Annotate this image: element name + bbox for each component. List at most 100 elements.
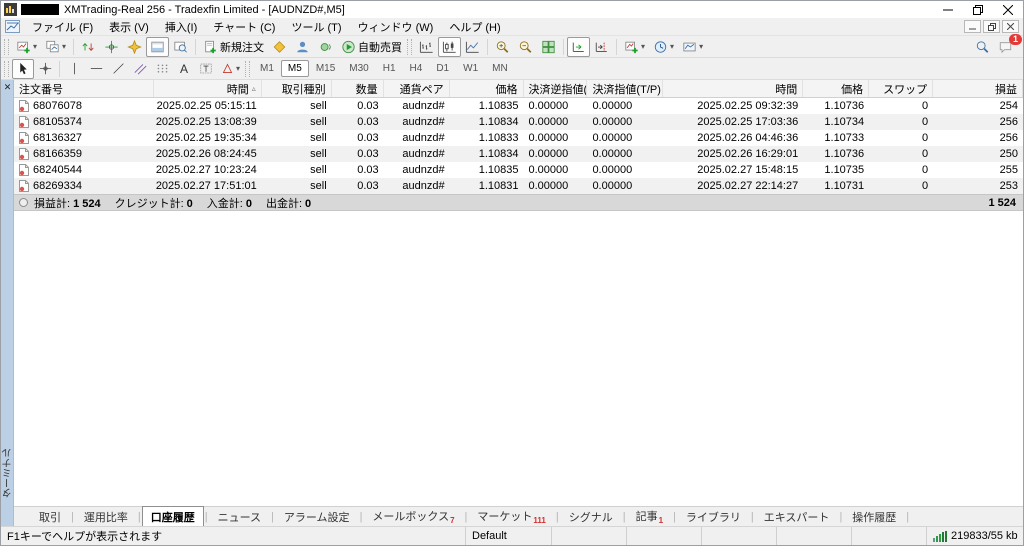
timeframe-w1[interactable]: W1 bbox=[456, 60, 485, 77]
crosshair-button[interactable] bbox=[34, 59, 56, 79]
table-row[interactable]: 680760782025.02.25 05:15:11sell0.03audnz… bbox=[14, 98, 1023, 114]
child-restore-button[interactable] bbox=[983, 20, 1000, 33]
indicators-button[interactable]: ▾ bbox=[620, 37, 649, 57]
menu-insert[interactable]: 挿入(I) bbox=[157, 17, 205, 37]
horizontal-line-button[interactable] bbox=[85, 59, 107, 79]
channel-button[interactable] bbox=[129, 59, 151, 79]
data-window-button[interactable] bbox=[100, 37, 123, 57]
close-button[interactable] bbox=[993, 1, 1023, 18]
candlestick-chart-button[interactable] bbox=[438, 37, 461, 57]
tile-windows-button[interactable] bbox=[537, 37, 560, 57]
menu-file[interactable]: ファイル (F) bbox=[24, 17, 101, 37]
new-chart-button[interactable]: ▾ bbox=[12, 37, 41, 57]
timeframe-d1[interactable]: D1 bbox=[429, 60, 456, 77]
notifications-button[interactable]: 1 bbox=[994, 37, 1017, 57]
strategy-tester-button[interactable] bbox=[169, 37, 192, 57]
column-header-volume[interactable]: 数量 bbox=[332, 80, 384, 97]
arrows-button[interactable]: ▾ bbox=[217, 59, 244, 79]
zoom-out-button[interactable] bbox=[514, 37, 537, 57]
toolbar-drag-handle[interactable] bbox=[4, 61, 9, 77]
news-button[interactable] bbox=[314, 37, 337, 57]
auto-trading-button[interactable]: 自動売買 bbox=[337, 37, 406, 57]
menu-help[interactable]: ヘルプ (H) bbox=[441, 17, 508, 37]
timeframe-m30[interactable]: M30 bbox=[342, 60, 375, 77]
templates-button[interactable]: ▾ bbox=[678, 37, 707, 57]
table-row[interactable]: 681053742025.02.25 13:08:39sell0.03audnz… bbox=[14, 114, 1023, 130]
metaeditor-button[interactable] bbox=[268, 37, 291, 57]
column-header-close-price[interactable]: 価格 bbox=[803, 80, 869, 97]
terminal-close-button[interactable]: ✕ bbox=[2, 82, 13, 93]
tab-library[interactable]: ライブラリ bbox=[677, 506, 750, 528]
vertical-line-button[interactable] bbox=[63, 59, 85, 79]
timeframe-m1[interactable]: M1 bbox=[253, 60, 281, 77]
zoom-in-button[interactable] bbox=[491, 37, 514, 57]
table-row[interactable]: 681663592025.02.26 08:24:45sell0.03audnz… bbox=[14, 146, 1023, 162]
column-header-sl[interactable]: 決済逆指値(S... bbox=[524, 80, 588, 97]
menu-chart[interactable]: チャート (C) bbox=[205, 17, 283, 37]
column-header-order[interactable]: 注文番号 bbox=[14, 80, 154, 97]
periods-button[interactable]: ▾ bbox=[649, 37, 678, 57]
column-header-swap[interactable]: スワップ bbox=[869, 80, 933, 97]
fibonacci-button[interactable] bbox=[151, 59, 173, 79]
child-minimize-button[interactable] bbox=[964, 20, 981, 33]
tab-articles[interactable]: 記事1 bbox=[627, 505, 672, 528]
table-row[interactable]: 682693342025.02.27 17:51:01sell0.03audnz… bbox=[14, 178, 1023, 194]
text-button[interactable]: A bbox=[173, 59, 195, 79]
timeframe-h1[interactable]: H1 bbox=[376, 60, 403, 77]
column-header-open-price[interactable]: 価格 bbox=[450, 80, 524, 97]
new-order-button[interactable]: 新規注文 bbox=[199, 37, 268, 57]
cell-tp: 0.00000 bbox=[587, 162, 663, 178]
market-watch-button[interactable] bbox=[77, 37, 100, 57]
redacted-account-number bbox=[21, 4, 59, 15]
timeframe-mn[interactable]: MN bbox=[485, 60, 515, 77]
tab-trade[interactable]: 取引 bbox=[30, 506, 70, 528]
toolbar-drag-handle[interactable] bbox=[245, 61, 250, 77]
search-button[interactable] bbox=[971, 37, 994, 57]
terminal-panel-button[interactable] bbox=[146, 37, 169, 57]
chart-window-icon[interactable] bbox=[5, 20, 20, 33]
column-header-tp[interactable]: 決済指値(T/P) bbox=[587, 80, 663, 97]
timeframe-h4[interactable]: H4 bbox=[403, 60, 430, 77]
tab-mailbox[interactable]: メールボックス7 bbox=[363, 505, 463, 528]
summary-label: 損益計: bbox=[34, 198, 70, 210]
cell-value: 256 bbox=[1000, 116, 1018, 128]
toolbar-drag-handle[interactable] bbox=[407, 39, 412, 55]
tab-exposure[interactable]: 運用比率 bbox=[75, 506, 137, 528]
column-header-open-time[interactable]: 時間▵ bbox=[154, 80, 262, 97]
menu-tools[interactable]: ツール (T) bbox=[283, 17, 349, 37]
timeframe-m15[interactable]: M15 bbox=[309, 60, 342, 77]
minimize-button[interactable] bbox=[933, 1, 963, 18]
timeframe-m5[interactable]: M5 bbox=[281, 60, 309, 77]
child-close-button[interactable] bbox=[1002, 20, 1019, 33]
line-chart-button[interactable] bbox=[461, 37, 484, 57]
column-header-type[interactable]: 取引種別 bbox=[262, 80, 332, 97]
auto-scroll-button[interactable] bbox=[567, 37, 590, 57]
column-header-symbol[interactable]: 通貨ペア bbox=[384, 80, 450, 97]
column-header-profit[interactable]: 損益 bbox=[933, 80, 1023, 97]
status-profile[interactable]: Default bbox=[466, 527, 552, 545]
cursor-button[interactable] bbox=[12, 59, 34, 79]
chart-shift-button[interactable] bbox=[590, 37, 613, 57]
terminal-side-tab[interactable]: ターミナル bbox=[1, 448, 16, 498]
profiles-button[interactable]: ▾ bbox=[41, 37, 70, 57]
tab-market[interactable]: マーケット111 bbox=[468, 505, 554, 528]
toolbar-drag-handle[interactable] bbox=[4, 39, 9, 55]
text-label-button[interactable] bbox=[195, 59, 217, 79]
bar-chart-button[interactable] bbox=[415, 37, 438, 57]
tab-news[interactable]: ニュース bbox=[209, 506, 270, 528]
menu-window[interactable]: ウィンドウ (W) bbox=[350, 17, 442, 37]
tab-account-history[interactable]: 口座履歴 bbox=[142, 506, 204, 528]
navigator-button[interactable] bbox=[123, 37, 146, 57]
tab-signals[interactable]: シグナル bbox=[560, 506, 622, 528]
community-button[interactable] bbox=[291, 37, 314, 57]
table-row[interactable]: 681363272025.02.25 19:35:34sell0.03audnz… bbox=[14, 130, 1023, 146]
tab-experts[interactable]: エキスパート bbox=[755, 506, 839, 528]
trendline-button[interactable] bbox=[107, 59, 129, 79]
menu-view[interactable]: 表示 (V) bbox=[101, 17, 157, 37]
tab-alerts[interactable]: アラーム設定 bbox=[275, 506, 359, 528]
tab-journal[interactable]: 操作履歴 bbox=[843, 506, 905, 528]
app-icon[interactable] bbox=[4, 3, 17, 16]
restore-button[interactable] bbox=[963, 1, 993, 18]
table-row[interactable]: 682405442025.02.27 10:23:24sell0.03audnz… bbox=[14, 162, 1023, 178]
column-header-close-time[interactable]: 時間 bbox=[663, 80, 803, 97]
